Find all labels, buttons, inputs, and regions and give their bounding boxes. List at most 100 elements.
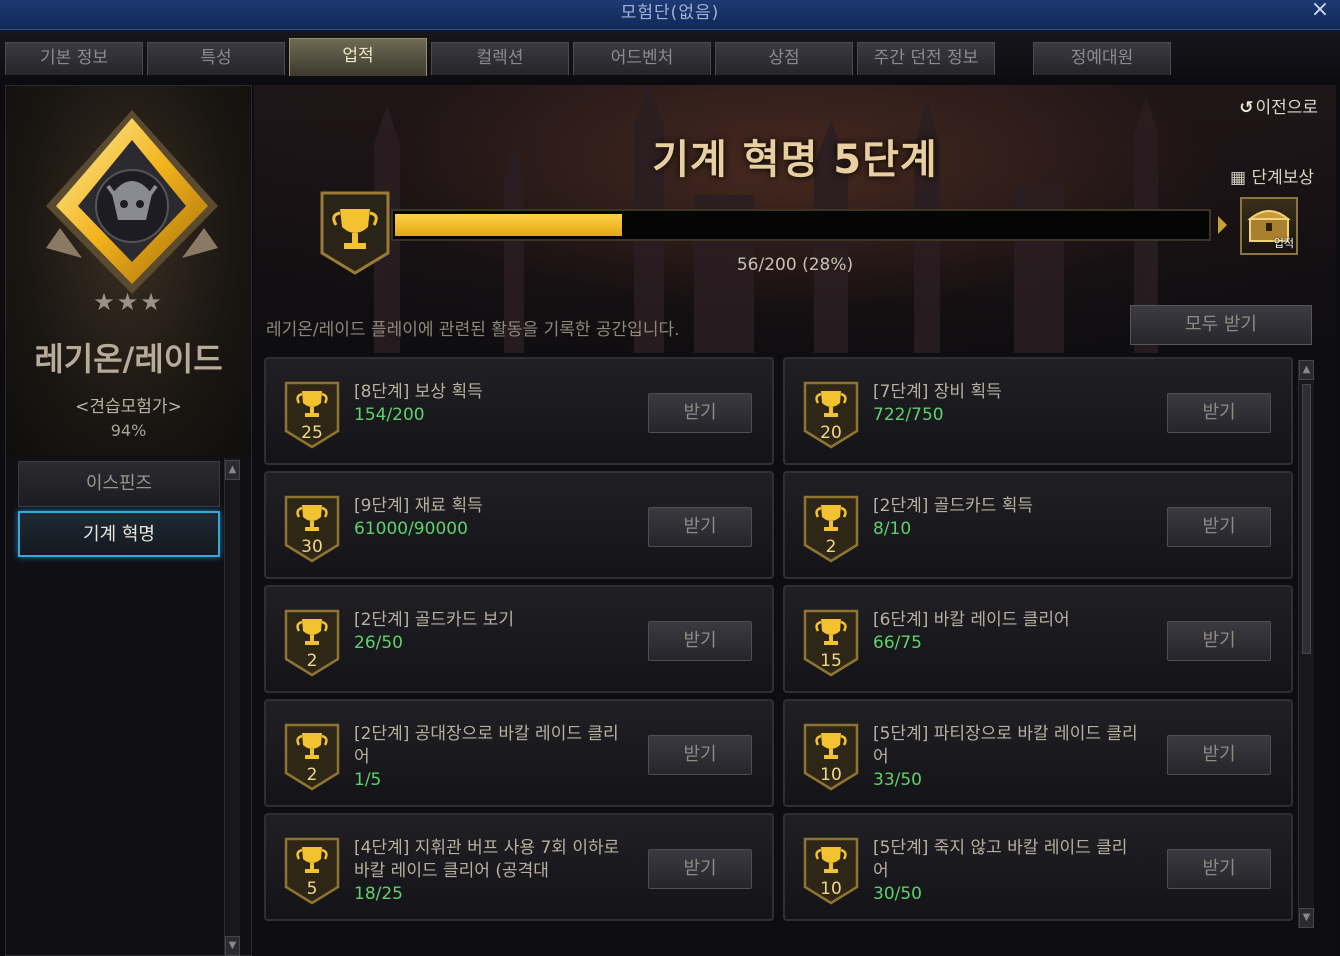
achievement-title: [7단계] 장비 획득 <box>873 382 1002 402</box>
legion-raid-emblem-icon <box>46 110 218 294</box>
achievement-list: 2 5 [8단계] 보상 획득 154/200 받기 20 [7단계] 장비 획득 722/7… <box>264 357 1304 951</box>
achievement-points: 2 <box>306 651 318 671</box>
achievement-card: 2 [2단계] 골드카드 획득 8/10 받기 <box>783 471 1293 579</box>
tab-traits[interactable]: 특성 <box>147 42 285 75</box>
category-rank: <견습모험가> <box>75 397 182 417</box>
achievement-card: 10 [5단계] 죽지 않고 바칼 레이드 클리어 30/50 받기 <box>783 813 1293 921</box>
close-button[interactable]: × <box>1308 0 1332 24</box>
achievement-card: 30 [9단계] 재료 획득 61000/90000 받기 <box>264 471 774 579</box>
achievement-scrollbar[interactable]: ▲ ▼ <box>1298 360 1314 928</box>
claim-button[interactable]: 받기 <box>1167 621 1271 661</box>
achievement-title: [2단계] 공대장으로 바칼 레이드 클리어 <box>354 724 619 767</box>
claim-button[interactable]: 받기 <box>648 393 752 433</box>
back-arrow-icon: ↺ <box>1239 98 1254 118</box>
achievement-progress: 8/10 <box>873 519 912 539</box>
achievement-progress: 30/50 <box>873 884 922 904</box>
achievement-points: 20 <box>820 423 842 443</box>
progress-arrow-icon <box>1218 216 1227 234</box>
achievement-title-block: [8단계] 보상 획득 154/200 <box>354 381 624 427</box>
rank-stars: ★★★ <box>93 288 164 316</box>
achievement-progress: 66/75 <box>873 633 922 653</box>
achievement-card: 5 [4단계] 지휘관 버프 사용 7회 이하로 바칼 레이드 클리어 (공격대 1… <box>264 813 774 921</box>
achievement-panel: ↺ 이전으로 기계 혁명 5단계 ▦ 단계보상 업적 56/200 (28%) 레… <box>254 85 1336 956</box>
back-label: 이전으로 <box>1255 98 1318 118</box>
stage-banner: ↺ 이전으로 기계 혁명 5단계 ▦ 단계보상 업적 56/200 (28%) 레… <box>254 85 1336 353</box>
claim-button[interactable]: 받기 <box>648 735 752 775</box>
treasure-chest-icon[interactable]: 업적 <box>1240 197 1298 255</box>
tab-basic-info[interactable]: 기본 정보 <box>5 42 143 75</box>
achievement-progress: 154/200 <box>354 405 425 425</box>
claim-button[interactable]: 받기 <box>648 507 752 547</box>
achievement-card: 15 [6단계] 바칼 레이드 클리어 66/75 받기 <box>783 585 1293 693</box>
category-description: 레기온/레이드 플레이에 관련된 활동을 기록한 공간입니다. <box>266 320 680 340</box>
stage-progress-fill <box>395 214 623 236</box>
claim-button[interactable]: 받기 <box>648 849 752 889</box>
stage-reward-label: 단계보상 <box>1251 168 1314 188</box>
achievement-title: [2단계] 골드카드 보기 <box>354 610 515 630</box>
achievement-title-block: [5단계] 죽지 않고 바칼 레이드 클리어 30/50 <box>873 837 1143 906</box>
category-percent: 94% <box>110 421 147 440</box>
scroll-down-icon[interactable]: ▼ <box>225 936 240 956</box>
stage-progress-bar <box>391 209 1211 241</box>
chest-label: 업적 <box>1273 237 1294 250</box>
achievement-progress: 722/750 <box>873 405 944 425</box>
achievement-title-block: [2단계] 공대장으로 바칼 레이드 클리어 1/5 <box>354 723 624 792</box>
achievement-progress: 26/50 <box>354 633 403 653</box>
back-button[interactable]: ↺ 이전으로 <box>1239 93 1318 118</box>
category-sidebar: ★★★ 레기온/레이드 <견습모험가> 94% 이스핀즈 기계 혁명 ▲ ▼ <box>5 85 252 956</box>
achievement-card: 10 [5단계] 파티장으로 바칼 레이드 클리어 33/50 받기 <box>783 699 1293 807</box>
achievement-progress: 33/50 <box>873 770 922 790</box>
scroll-up-icon[interactable]: ▲ <box>225 460 240 480</box>
claim-all-button[interactable]: 모두 받기 <box>1130 305 1312 345</box>
scroll-down-icon[interactable]: ▼ <box>1299 908 1314 928</box>
claim-button[interactable]: 받기 <box>1167 507 1271 547</box>
title-bar: 모험단(없음) × <box>0 0 1340 30</box>
achievement-card: 2 [2단계] 골드카드 보기 26/50 받기 <box>264 585 774 693</box>
achievement-progress: 1/5 <box>354 770 382 790</box>
tab-adventure[interactable]: 어드벤처 <box>573 42 711 75</box>
achievement-points: 5 <box>306 879 318 899</box>
category-title: 레기온/레이드 <box>34 340 223 378</box>
tab-weekly-dungeon[interactable]: 주간 던전 정보 <box>857 42 995 75</box>
tab-shop[interactable]: 상점 <box>715 42 853 75</box>
scroll-up-icon[interactable]: ▲ <box>1299 360 1314 380</box>
stage-progress-text: 56/200 (28%) <box>736 255 854 275</box>
achievement-title-block: [6단계] 바칼 레이드 클리어 66/75 <box>873 609 1143 655</box>
achievement-title: [9단계] 재료 획득 <box>354 496 483 516</box>
tab-achievements[interactable]: 업적 <box>289 38 427 76</box>
achievement-title: [5단계] 파티장으로 바칼 레이드 클리어 <box>873 724 1138 767</box>
achievement-card: 2 [2단계] 공대장으로 바칼 레이드 클리어 1/5 받기 <box>264 699 774 807</box>
claim-button[interactable]: 받기 <box>1167 849 1271 889</box>
sidebar-item-machine-revolution[interactable]: 기계 혁명 <box>18 511 220 557</box>
achievement-title: [6단계] 바칼 레이드 클리어 <box>873 610 1070 630</box>
tab-elite-members[interactable]: 정예대원 <box>1033 42 1171 75</box>
achievement-points: 10 <box>820 879 842 899</box>
achievement-points: 15 <box>820 651 842 671</box>
achievement-card: 25 [8단계] 보상 획득 154/200 받기 <box>264 357 774 465</box>
window-title: 모험단(없음) <box>620 3 720 23</box>
achievement-title: [4단계] 지휘관 버프 사용 7회 이하로 바칼 레이드 클리어 (공격대 <box>354 838 620 881</box>
achievement-title-block: [2단계] 골드카드 획득 8/10 <box>873 495 1143 541</box>
tab-collection[interactable]: 컬렉션 <box>431 42 569 75</box>
gift-icon: ▦ <box>1229 168 1247 188</box>
achievement-points: 10 <box>820 765 842 785</box>
sidebar-scrollbar[interactable]: ▲ ▼ <box>224 458 240 956</box>
achievement-title-block: [2단계] 골드카드 보기 26/50 <box>354 609 624 655</box>
achievement-title: [2단계] 골드카드 획득 <box>873 496 1034 516</box>
achievement-progress: 61000/90000 <box>354 519 468 539</box>
achievement-title: [5단계] 죽지 않고 바칼 레이드 클리어 <box>873 838 1128 881</box>
scroll-thumb[interactable] <box>1302 384 1311 654</box>
sidebar-item-ispins[interactable]: 이스핀즈 <box>18 461 220 507</box>
stage-title: 기계 혁명 5단계 <box>652 137 938 183</box>
achievement-points: 30 <box>301 537 323 557</box>
achievement-title-block: [4단계] 지휘관 버프 사용 7회 이하로 바칼 레이드 클리어 (공격대 18… <box>354 837 624 906</box>
achievement-title: [8단계] 보상 획득 <box>354 382 483 402</box>
achievement-card: 20 [7단계] 장비 획득 722/750 받기 <box>783 357 1293 465</box>
achievement-title-block: [9단계] 재료 획득 61000/90000 <box>354 495 624 541</box>
achievement-title-block: [7단계] 장비 획득 722/750 <box>873 381 1143 427</box>
achievement-progress: 18/25 <box>354 884 403 904</box>
claim-button[interactable]: 받기 <box>1167 393 1271 433</box>
claim-button[interactable]: 받기 <box>648 621 752 661</box>
claim-button[interactable]: 받기 <box>1167 735 1271 775</box>
stage-reward-button[interactable]: ▦ 단계보상 <box>1230 163 1314 188</box>
